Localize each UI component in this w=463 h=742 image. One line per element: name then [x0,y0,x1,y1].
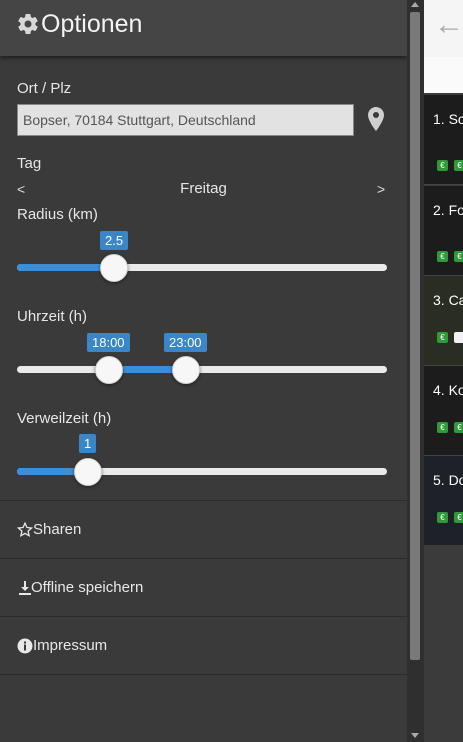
price-badge: € [437,512,448,523]
price-badge: € [437,251,448,262]
day-value: Freitag [180,180,227,197]
menu-item-label: Impressum [33,637,108,654]
result-title: 5. Do [433,472,463,488]
menu-item-impressum[interactable]: Impressum [0,616,407,674]
stay-slider-track[interactable] [17,468,387,475]
price-badge: € [437,332,448,343]
price-badge: € [437,160,448,171]
result-card[interactable]: 5. Do € € [424,456,463,546]
price-badge-light [454,332,463,343]
day-next-button[interactable]: > [377,181,385,197]
map-pin-icon[interactable] [367,107,385,131]
result-title: 1. Sc [433,111,463,127]
stay-label: Verweilzeit (h) [17,410,112,427]
result-title: 3. Ca [433,292,463,308]
radius-label: Radius (km) [17,206,98,223]
scroll-down-arrow-icon[interactable] [411,733,419,738]
panel-title: Optionen [41,10,143,38]
panel-header: Optionen [0,0,407,56]
time-from-badge: 18:00 [87,333,130,352]
time-from-handle[interactable] [95,356,123,384]
radius-slider-handle[interactable] [100,254,128,282]
result-card[interactable]: 4. Ko € € [424,366,463,456]
result-title: 2. Fo [433,202,463,218]
location-label: Ort / Plz [17,80,72,97]
stay-slider-handle[interactable] [74,458,102,486]
scroll-up-arrow-icon[interactable] [411,2,419,7]
background-content: ← 1. Sc € € 2. Fo € € 3. Ca € 4. Ko € € … [424,0,463,742]
price-badge: € [437,422,448,433]
price-badge: € [454,160,463,171]
price-badge: € [454,512,463,523]
info-icon [17,638,33,654]
time-label: Uhrzeit (h) [17,308,88,325]
time-to-badge: 23:00 [164,333,207,352]
radius-slider-track[interactable] [17,264,387,271]
menu-item-label: Offline speichern [31,579,144,596]
scroll-thumb[interactable] [410,12,420,660]
day-label: Tag [17,155,42,172]
panel-scrollbar[interactable] [407,0,424,742]
content-background [424,545,463,742]
result-card[interactable]: 2. Fo € € [424,186,463,276]
menu-item-offline[interactable]: Offline speichern [0,558,407,616]
options-panel: Optionen Ort / Plz Tag < Freitag > Radiu… [0,0,407,742]
content-header: ← [424,0,463,57]
result-title: 4. Ko [433,382,463,398]
star-icon [17,522,33,537]
radius-value-badge: 2.5 [100,231,129,250]
menu-item-share[interactable]: Sharen [0,500,407,558]
stay-value-badge: 1 [79,434,97,453]
menu-divider [0,674,407,675]
gear-icon [18,14,38,35]
result-card[interactable]: 3. Ca € [424,276,463,366]
result-card[interactable]: 1. Sc € € [424,95,463,185]
time-slider-track[interactable] [17,366,387,373]
menu-item-label: Sharen [33,521,82,538]
location-input[interactable] [17,104,354,136]
radius-slider-fill [17,264,113,271]
content-toolbar [424,57,463,93]
price-badge: € [454,422,463,433]
back-arrow-icon[interactable]: ← [434,8,463,42]
time-to-handle[interactable] [172,356,200,384]
price-badge: € [454,251,463,262]
